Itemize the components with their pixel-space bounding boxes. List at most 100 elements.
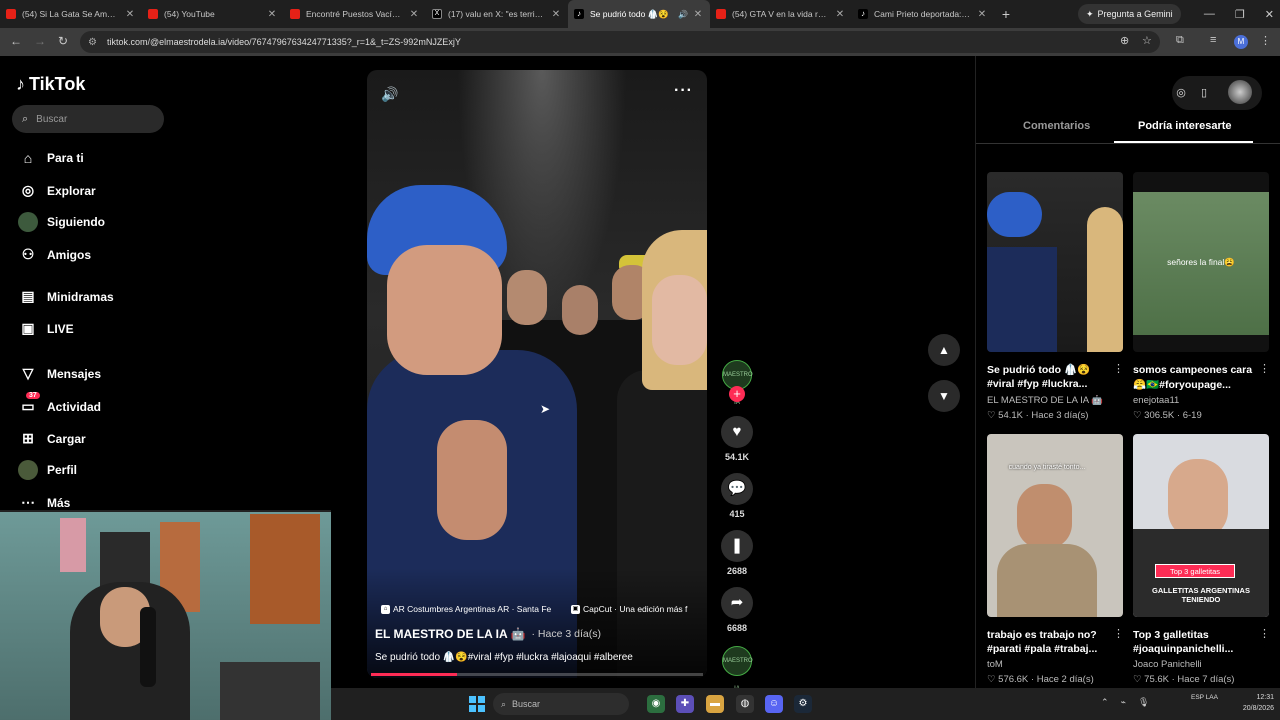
nav-actividad[interactable]: ▭ 37 Actividad (18, 392, 101, 415)
close-icon[interactable]: ✕ (976, 9, 988, 20)
close-icon[interactable]: ✕ (124, 9, 136, 20)
save-button[interactable]: ❚ 2688 (719, 530, 755, 576)
back-icon[interactable]: ← (10, 34, 22, 48)
search-input[interactable]: ⌕ Buscar (12, 105, 164, 133)
maximize-icon[interactable]: ❐ (1235, 8, 1245, 21)
new-tab-button[interactable]: + (994, 6, 1018, 22)
minimize-icon[interactable]: — (1204, 8, 1215, 20)
extensions-icon[interactable]: ⧉ (1176, 34, 1184, 47)
close-icon[interactable]: ✕ (692, 9, 704, 20)
capcut-tag[interactable]: ▣ CapCut · Una edición más f (567, 602, 701, 616)
video-thumbnail[interactable]: cuando ya tirasté tonto... (987, 434, 1123, 617)
obs-icon[interactable]: ◍ (736, 695, 754, 713)
browser-tab[interactable]: Encontré Puestos Vacíos y... ✕ (284, 0, 426, 28)
reload-icon[interactable]: ↻ (58, 34, 68, 48)
send-icon: ▽ (22, 365, 34, 381)
thumb-body (997, 544, 1097, 617)
close-icon[interactable]: ✕ (266, 9, 278, 20)
device-icon[interactable]: ▯ (1193, 82, 1215, 104)
video-thumbnail[interactable] (987, 172, 1123, 352)
live-icon: ▣ (21, 320, 35, 336)
volume-icon[interactable]: 🔊 (381, 86, 398, 103)
file-explorer-icon[interactable]: ▬ (706, 695, 724, 713)
close-icon[interactable]: ✕ (834, 9, 846, 20)
user-avatar[interactable] (1228, 80, 1252, 104)
nav-cargar[interactable]: ⊞ Cargar (18, 430, 86, 447)
previous-video-button[interactable]: ▲ (928, 334, 960, 366)
gemini-icon: ✦ (1086, 8, 1094, 19)
window-controls: — ❐ ✕ (1204, 0, 1274, 28)
video-player[interactable]: 🔊 ··· ⌂ AR Costumbres Argentinas AR · San… (367, 70, 707, 678)
media-controls-icon[interactable]: ≡ (1210, 34, 1216, 46)
card-menu-icon[interactable]: ⋮ (1113, 362, 1124, 375)
microphone-icon[interactable]: 🎙 (1138, 697, 1149, 708)
taskbar-search[interactable]: ⌕ Buscar (493, 693, 629, 715)
clock[interactable]: 12:31 20/8/2026 (1243, 692, 1274, 714)
share-button[interactable]: ➦ 6688 (719, 587, 755, 633)
close-icon[interactable]: ✕ (550, 9, 562, 20)
discord-icon[interactable]: ☺ (765, 695, 783, 713)
video-caption: Se pudrió todo 🥼😵#viral #fyp #luckra #la… (375, 652, 633, 663)
webcam-microphone (140, 607, 156, 687)
browser-tab[interactable]: (54) GTA V en la vida real... ✕ (710, 0, 852, 28)
nav-minidramas[interactable]: ▤ Minidramas (18, 288, 113, 305)
network-icon[interactable]: ⌁ (1121, 697, 1126, 708)
chrome-icon[interactable]: ◉ (647, 695, 665, 713)
video-progress-bar[interactable] (371, 673, 703, 676)
card-menu-icon[interactable]: ⋮ (1259, 362, 1270, 375)
video-progress-fill (371, 673, 458, 676)
nav-amigos[interactable]: ⚇ Amigos (18, 246, 91, 263)
steam-icon[interactable]: ⚙ (794, 695, 812, 713)
menu-kebab-icon[interactable]: ⋮ (1260, 34, 1271, 47)
tiktok-logo[interactable]: ♪ TikTok (16, 74, 85, 95)
webcam-poster (60, 518, 86, 572)
forward-icon[interactable]: → (34, 34, 46, 48)
nav-explorar[interactable]: ◎ Explorar (18, 182, 96, 199)
browser-tab[interactable]: (54) Si La Gata Se Amotina...✕ (0, 0, 142, 28)
youtube-icon (148, 9, 158, 19)
card-menu-icon[interactable]: ⋮ (1113, 627, 1124, 640)
site-info-icon[interactable]: ⚙ (88, 37, 97, 48)
close-icon[interactable]: ✕ (408, 9, 420, 20)
card-menu-icon[interactable]: ⋮ (1259, 627, 1270, 640)
zoom-icon[interactable]: ⊕ (1120, 34, 1129, 47)
location-tag[interactable]: ⌂ AR Costumbres Argentinas AR · Santa Fe (377, 602, 559, 616)
windows-start-icon[interactable] (469, 696, 485, 712)
comment-button[interactable]: 💬 415 (719, 473, 755, 519)
browser-tab-active[interactable]: ♪ Se pudrió todo 🥼😵 🔊 ✕ (568, 0, 710, 28)
thumb-blue-hair (987, 192, 1042, 237)
browser-tab[interactable]: (54) YouTube ✕ (142, 0, 284, 28)
nav-mas[interactable]: ⋯ Más (18, 494, 70, 511)
browser-tab[interactable]: X (17) valu en X: "es terrible... ✕ (426, 0, 568, 28)
thumb-person (987, 247, 1057, 352)
url-text: tiktok.com/@elmaestrodela.ia/video/76747… (106, 37, 461, 47)
teams-icon[interactable]: ✚ (676, 695, 694, 713)
browser-tab[interactable]: ♪ Cami Prieto deportada: qu... ✕ (852, 0, 994, 28)
close-window-icon[interactable]: ✕ (1265, 8, 1274, 21)
tab-comentarios[interactable]: Comentarios (1023, 120, 1090, 132)
nav-siguiendo[interactable]: Siguiendo (18, 212, 105, 232)
nav-para-ti[interactable]: ⌂ Para ti (18, 150, 84, 166)
video-thumbnail[interactable]: señores la final😩 (1133, 172, 1269, 352)
profile-avatar[interactable]: M (1234, 35, 1248, 49)
language-indicator[interactable]: ESP LAA (1191, 693, 1218, 703)
follow-plus-icon[interactable]: + (729, 386, 745, 402)
nav-live[interactable]: ▣ LIVE (18, 320, 73, 337)
like-count: 54.1K (724, 452, 750, 462)
tab-podria-interesarte[interactable]: Podría interesarte (1138, 120, 1232, 132)
like-button[interactable]: ♥ 54.1K (719, 416, 755, 462)
video-author[interactable]: EL MAESTRO DE LA IA 🤖 · Hace 3 día(s) (375, 627, 601, 641)
speaker-icon[interactable]: 🔊 (678, 10, 688, 19)
chevron-up-icon[interactable]: ⌃ (1101, 697, 1109, 708)
more-options-icon[interactable]: ··· (674, 82, 693, 100)
bookmark-star-icon[interactable]: ☆ (1142, 34, 1152, 47)
nav-mensajes[interactable]: ▽ Mensajes (18, 365, 101, 382)
nav-perfil[interactable]: Perfil (18, 460, 77, 480)
video-frame-person (562, 285, 598, 335)
gemini-button[interactable]: ✦ Pregunta a Gemini (1078, 4, 1181, 24)
compass-icon[interactable]: ◎ (1170, 82, 1192, 104)
video-thumbnail[interactable]: Top 3 galletitas GALLETITAS ARGENTINAS T… (1133, 434, 1269, 617)
music-disc-avatar[interactable]: MAESTRO IA (722, 646, 753, 692)
next-video-button[interactable]: ▼ (928, 380, 960, 412)
address-bar[interactable]: ⚙ tiktok.com/@elmaestrodela.ia/video/767… (80, 31, 1160, 53)
